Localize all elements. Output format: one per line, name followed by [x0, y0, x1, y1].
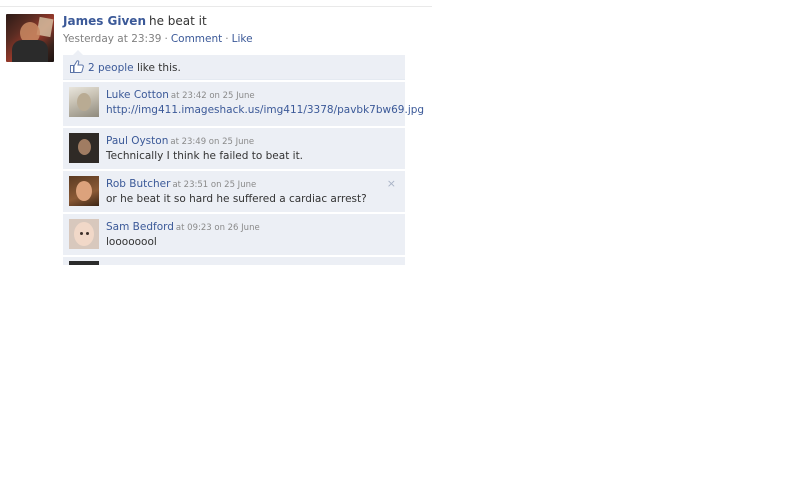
comment-link[interactable]: Comment [171, 33, 222, 45]
commenter-avatar[interactable] [69, 176, 99, 206]
commenter-avatar[interactable] [69, 87, 99, 117]
thumbs-up-icon [70, 60, 84, 73]
comment-timestamp: at 23:42 on 25 June [170, 91, 255, 101]
close-icon[interactable]: × [387, 177, 396, 190]
commenter-name-link[interactable]: Paul Oyston [106, 135, 168, 147]
comment-text: Technically I think he failed to beat it… [106, 150, 304, 162]
comment-item: Sam Bedford at 09:23 on 26 June loooooool [63, 214, 405, 256]
like-summary-suffix: like this. [136, 62, 181, 74]
story-timestamp[interactable]: Yesterday at 23:39 [63, 33, 161, 45]
comment-timestamp: at 09:23 on 26 June [175, 223, 260, 233]
like-link[interactable]: Like [232, 33, 253, 45]
status-text: he beat it [149, 14, 207, 28]
comment-item: Rob Butcher at 23:51 on 25 June or he bea… [63, 171, 405, 213]
story-meta: Yesterday at 23:39 · Comment · Like [63, 33, 408, 45]
comment-text: or he beat it so hard he suffered a card… [106, 193, 367, 205]
comment-text: loooooool [106, 236, 157, 248]
meta-separator: · [164, 33, 168, 45]
author-name-link[interactable]: James Given [63, 14, 146, 28]
meta-separator: · [225, 33, 229, 45]
author-avatar[interactable] [6, 14, 54, 62]
comment-url-link[interactable]: http://img411.imageshack.us/img411/3378/… [106, 103, 424, 117]
comment-item-partial [63, 257, 405, 266]
commenter-name-link[interactable]: Luke Cotton [106, 89, 169, 101]
story-header: James Given he beat it [63, 14, 408, 28]
like-summary-text: 2 people like this. [88, 62, 181, 74]
like-summary-bar: 2 people like this. [63, 55, 405, 80]
commenter-avatar[interactable] [69, 261, 99, 265]
comment-timestamp: at 23:49 on 25 June [170, 137, 255, 147]
story-content: James Given he beat it Yesterday at 23:39… [63, 14, 408, 45]
top-divider [0, 6, 432, 7]
commenter-avatar[interactable] [69, 219, 99, 249]
comment-timestamp: at 23:51 on 25 June [172, 180, 257, 190]
comment-item: Luke Cotton at 23:42 on 25 June http://im… [63, 82, 424, 127]
commenter-name-link[interactable]: Rob Butcher [106, 178, 170, 190]
commenter-avatar[interactable] [69, 133, 99, 163]
comment-item: Paul Oyston at 23:49 on 25 June Technical… [63, 128, 405, 170]
likers-link[interactable]: 2 people [88, 62, 134, 74]
commenter-name-link[interactable]: Sam Bedford [106, 221, 174, 233]
